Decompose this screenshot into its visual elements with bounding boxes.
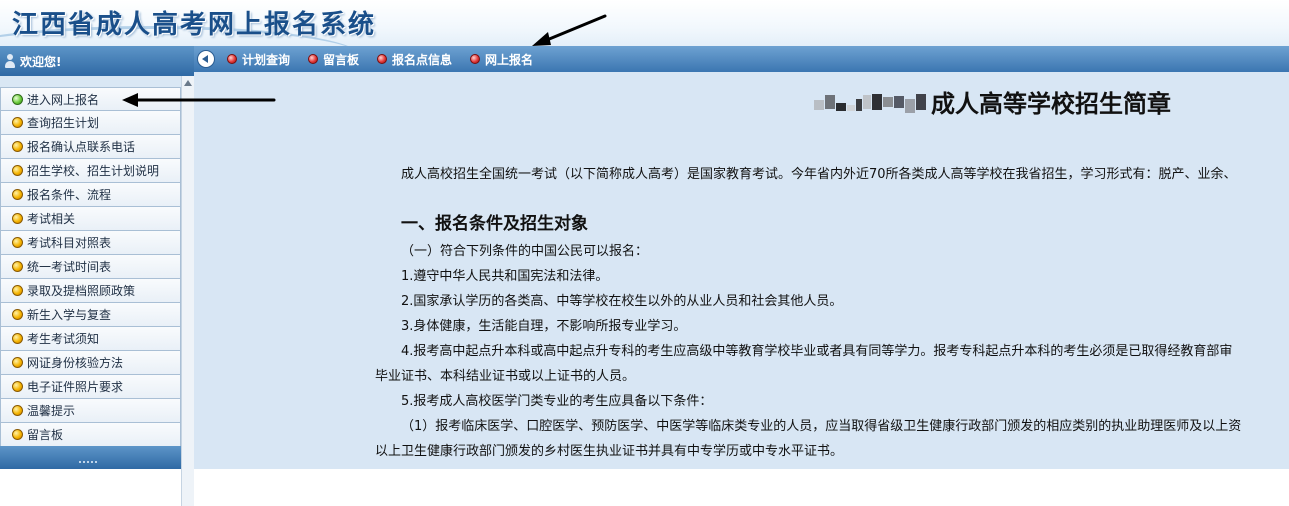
sidebar-item-label: 新生入学与复查 <box>27 308 112 322</box>
orange-bullet-icon <box>12 381 23 392</box>
orange-bullet-icon <box>12 429 23 440</box>
orange-bullet-icon <box>12 141 23 152</box>
orange-bullet-icon <box>12 237 23 248</box>
collapse-sidebar-button[interactable] <box>197 50 215 68</box>
sidebar-item-conditions[interactable]: 报名条件、流程 <box>0 183 181 207</box>
orange-bullet-icon <box>12 117 23 128</box>
content-line: 毕业证书、本科结业证书或以上证书的人员。 <box>375 369 636 384</box>
main-content: 成人高等学校招生简章 成人高校招生全国统一考试（以下简称成人高考）是国家教育考试… <box>194 72 1289 469</box>
sidebar-menu: 进入网上报名 查询招生计划 报名确认点联系电话 招生学校、招生计划说明 报名条件… <box>0 87 181 447</box>
red-bullet-icon <box>377 54 388 64</box>
redacted-year-pixelation <box>814 91 927 113</box>
content-line: （一）符合下列条件的中国公民可以报名： <box>401 244 649 259</box>
content-line: 以上卫生健康行政部门颁发的乡村医生执业证书并具有中专学历或中专水平证书。 <box>375 444 844 459</box>
sidebar-item-exam-notice[interactable]: 考生考试须知 <box>0 327 181 351</box>
nav-label: 留言板 <box>323 52 360 67</box>
sidebar-item-label: 招生学校、招生计划说明 <box>27 164 160 178</box>
nav-registration-points[interactable]: 报名点信息 <box>377 51 452 68</box>
content-line: （1）报考临床医学、口腔医学、预防医学、中医学等临床类专业的人员，应当取得省级卫… <box>401 419 1242 434</box>
intro-paragraph: 成人高校招生全国统一考试（以下简称成人高考）是国家教育考试。今年省内外近70所各… <box>401 167 1237 182</box>
section-heading: 一、报名条件及招生对象 <box>401 214 588 234</box>
content-line: 2.国家承认学历的各类高、中等学校在校生以外的从业人员和社会其他人员。 <box>401 294 843 309</box>
orange-bullet-icon <box>12 165 23 176</box>
top-nav: 计划查询 留言板 报名点信息 网上报名 <box>194 46 1289 72</box>
sidebar-item-label: 报名条件、流程 <box>27 188 112 202</box>
sidebar-item-label: 录取及提档照顾政策 <box>27 284 136 298</box>
sidebar-footer <box>0 446 181 469</box>
document-title-text: 成人高等学校招生简章 <box>931 90 1171 118</box>
content-line: 4.报考高中起点升本科或高中起点升专科的考生应高级中等教育学校毕业或者具有同等学… <box>401 344 1233 359</box>
sidebar-item-id-verification[interactable]: 网证身份核验方法 <box>0 351 181 375</box>
nav-label: 计划查询 <box>242 52 291 67</box>
sidebar-item-label: 报名确认点联系电话 <box>27 140 136 154</box>
content-line: 5.报考成人高校医学门类专业的考生应具备以下条件： <box>401 394 713 409</box>
resize-grip-icon[interactable] <box>78 460 98 464</box>
sidebar-item-confirm-phone[interactable]: 报名确认点联系电话 <box>0 135 181 159</box>
sidebar-item-label: 考试科目对照表 <box>27 236 112 250</box>
site-title: 江西省成人高考网上报名系统 <box>12 10 377 40</box>
orange-bullet-icon <box>12 213 23 224</box>
sidebar-item-photo-requirements[interactable]: 电子证件照片要求 <box>0 375 181 399</box>
orange-bullet-icon <box>12 333 23 344</box>
nav-plan-query[interactable]: 计划查询 <box>227 51 290 68</box>
sidebar-item-exam-schedule[interactable]: 统一考试时间表 <box>0 255 181 279</box>
sidebar-item-schools-plan[interactable]: 招生学校、招生计划说明 <box>0 159 181 183</box>
sidebar-item-label: 电子证件照片要求 <box>27 380 124 394</box>
sidebar-item-label: 考生考试须知 <box>27 332 100 346</box>
site-banner: 江西省成人高考网上报名系统 <box>0 0 1289 46</box>
orange-bullet-icon <box>12 189 23 200</box>
sidebar-item-admission-policy[interactable]: 录取及提档照顾政策 <box>0 279 181 303</box>
sidebar-item-subject-table[interactable]: 考试科目对照表 <box>0 231 181 255</box>
sidebar-item-query-plan[interactable]: 查询招生计划 <box>0 111 181 135</box>
sidebar-item-enter-registration[interactable]: 进入网上报名 <box>0 87 181 111</box>
orange-bullet-icon <box>12 261 23 272</box>
sidebar-item-message-board[interactable]: 留言板 <box>0 423 181 447</box>
nav-online-registration[interactable]: 网上报名 <box>470 51 533 68</box>
red-bullet-icon <box>470 54 481 64</box>
orange-bullet-icon <box>12 285 23 296</box>
user-icon <box>4 54 16 68</box>
sidebar-item-label: 留言板 <box>27 428 64 442</box>
red-bullet-icon <box>308 54 319 64</box>
nav-label: 报名点信息 <box>392 52 453 67</box>
sidebar-item-exam-related[interactable]: 考试相关 <box>0 207 181 231</box>
sidebar-header: 欢迎您! <box>0 46 194 76</box>
nav-message-board[interactable]: 留言板 <box>308 51 359 68</box>
document-title: 成人高等学校招生简章 <box>814 84 1171 119</box>
content-line: 1.遵守中华人民共和国宪法和法律。 <box>401 269 609 284</box>
welcome-text: 欢迎您! <box>20 54 62 69</box>
nav-label: 网上报名 <box>485 52 534 67</box>
sidebar-item-label: 统一考试时间表 <box>27 260 112 274</box>
sidebar-item-tips[interactable]: 温馨提示 <box>0 399 181 423</box>
content-line: 3.身体健康，生活能自理，不影响所报专业学习。 <box>401 319 687 334</box>
green-bullet-icon <box>12 93 23 105</box>
scroll-up-arrow-icon[interactable] <box>184 80 192 86</box>
sidebar-item-label: 查询招生计划 <box>27 116 100 130</box>
sidebar-item-label: 温馨提示 <box>27 404 76 418</box>
sidebar-item-label: 进入网上报名 <box>27 92 100 107</box>
sidebar-scrollbar[interactable] <box>181 76 194 506</box>
orange-bullet-icon <box>12 309 23 320</box>
sidebar: 欢迎您! 进入网上报名 查询招生计划 报名确认点联系电话 招生学校、招生计划说明… <box>0 46 194 506</box>
sidebar-item-label: 网证身份核验方法 <box>27 356 124 370</box>
sidebar-item-label: 考试相关 <box>27 212 76 226</box>
orange-bullet-icon <box>12 405 23 416</box>
orange-bullet-icon <box>12 357 23 368</box>
red-bullet-icon <box>227 54 237 64</box>
sidebar-item-enrollment-review[interactable]: 新生入学与复查 <box>0 303 181 327</box>
